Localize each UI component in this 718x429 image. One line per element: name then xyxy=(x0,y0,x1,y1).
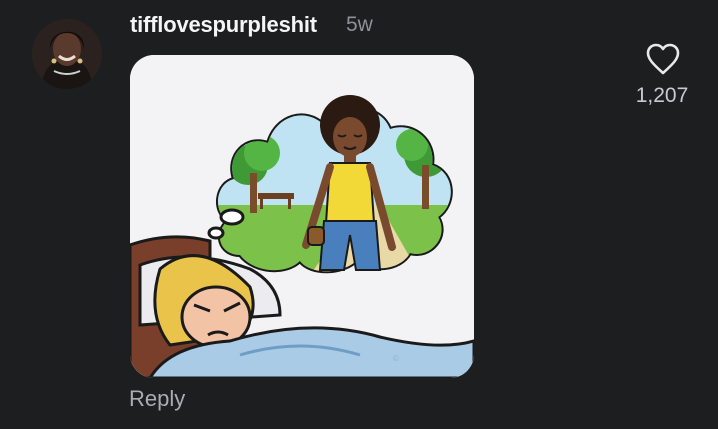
comment-username[interactable]: tifflovespurpleshit xyxy=(130,12,317,38)
like-count: 1,207 xyxy=(635,84,689,107)
heart-outline-icon xyxy=(646,43,680,75)
svg-text:©: © xyxy=(392,354,400,363)
comment-image-attachment[interactable]: © xyxy=(130,55,474,378)
reply-button[interactable]: Reply xyxy=(129,386,185,412)
like-button[interactable] xyxy=(645,42,681,76)
avatar[interactable] xyxy=(32,19,102,89)
comment-timestamp: 5w xyxy=(346,13,373,36)
